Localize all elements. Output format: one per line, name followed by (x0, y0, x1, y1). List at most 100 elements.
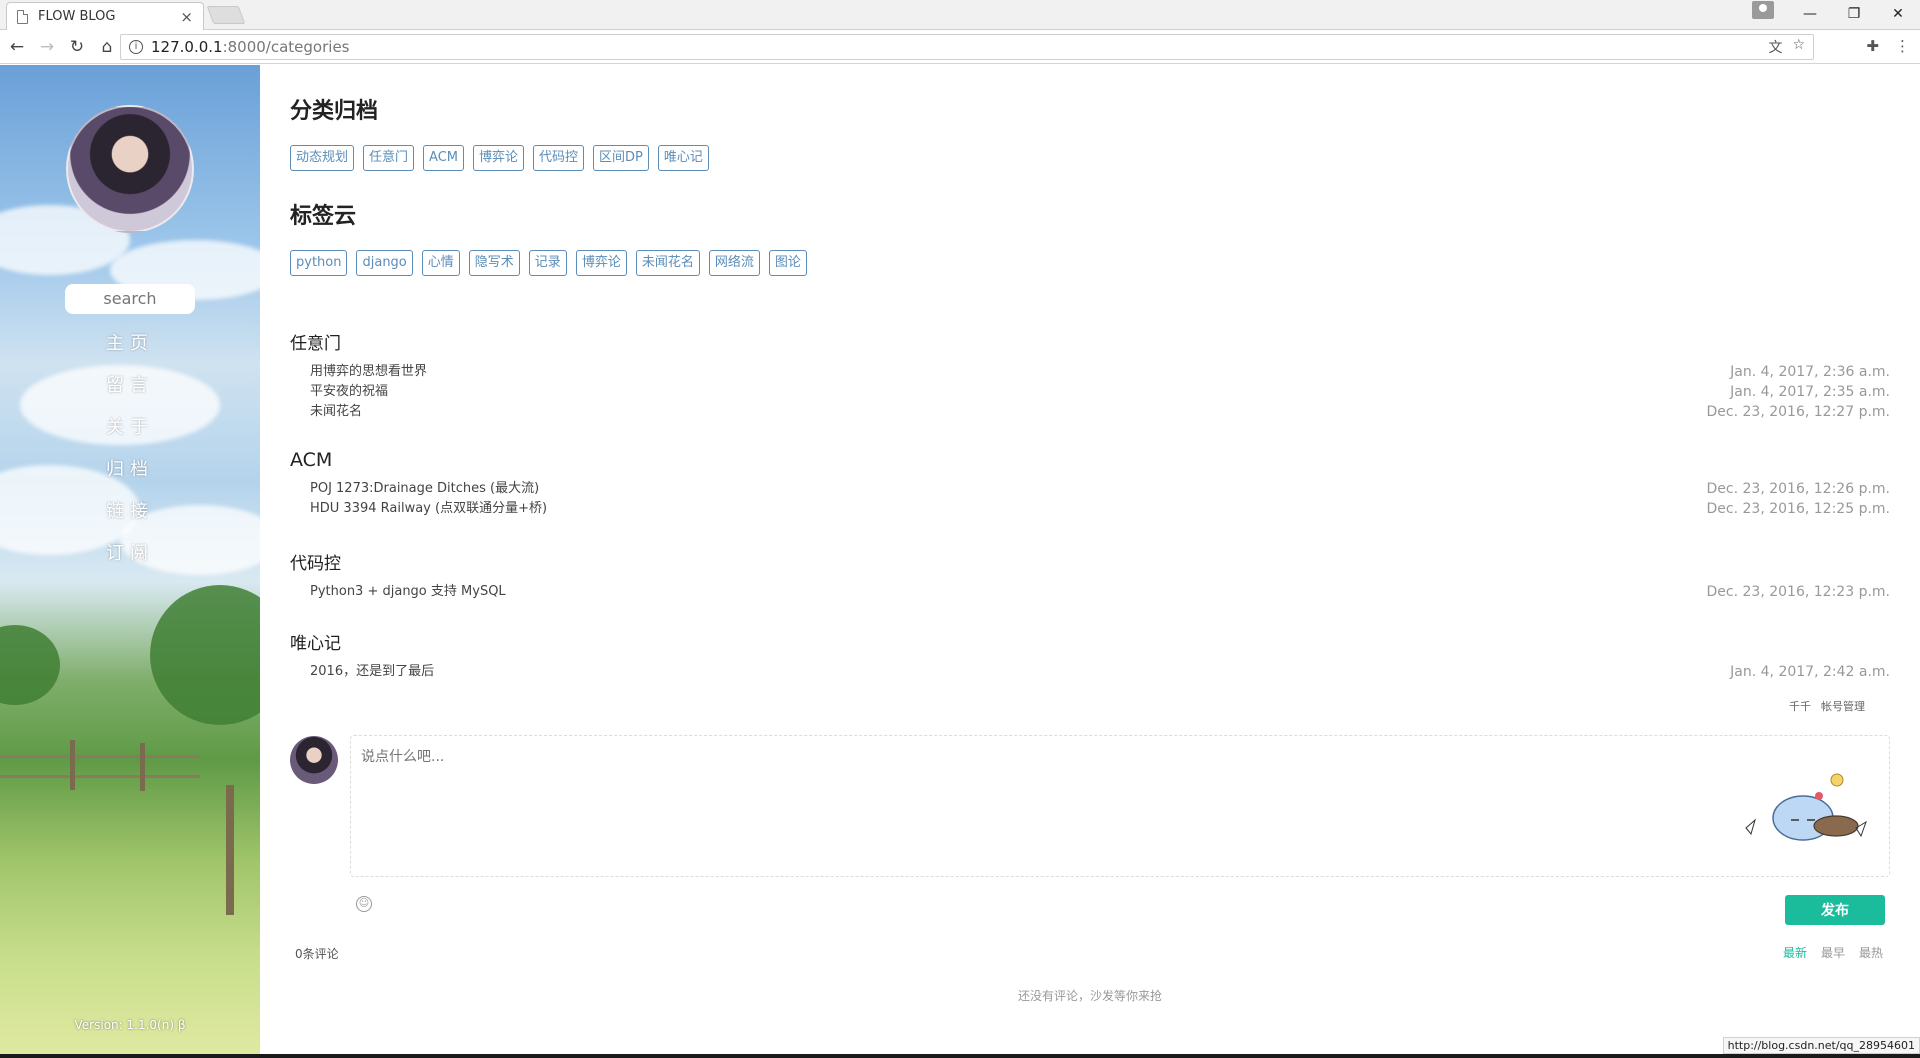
account-manage-link[interactable]: 帐号管理 (1821, 698, 1865, 714)
post-date: Jan. 4, 2017, 2:36 a.m. (1730, 364, 1890, 380)
home-icon[interactable]: ⌂ (94, 37, 120, 57)
post-row: HDU 3394 Railway (点双联通分量+桥) Dec. 23, 201… (290, 499, 1890, 519)
tag-cloud-item[interactable]: 博弈论 (575, 250, 627, 276)
category-group: ACM POJ 1273:Drainage Ditches (最大流) Dec.… (290, 449, 1890, 519)
empty-comments-message: 还没有评论，沙发等你来抢 (1017, 989, 1162, 1003)
back-icon[interactable]: ← (4, 37, 30, 57)
info-icon[interactable]: i (129, 40, 143, 54)
tab-close-icon[interactable]: × (180, 8, 193, 26)
comment-box (350, 735, 1890, 877)
category-tag[interactable]: 博弈论 (473, 145, 525, 171)
post-row: Python3 + django 支持 MySQL Dec. 23, 2016,… (290, 582, 1890, 602)
category-group-name: ACM (290, 449, 333, 471)
category-group-name: 代码控 (290, 554, 341, 574)
tree-decoration (0, 625, 60, 705)
tag-cloud-item[interactable]: 图论 (768, 250, 807, 276)
sidebar-item-about[interactable]: 关于 (0, 407, 260, 449)
post-row: 未闻花名 Dec. 23, 2016, 12:27 p.m. (290, 402, 1890, 422)
forward-icon[interactable]: → (34, 37, 60, 57)
status-bar-url: http://blog.csdn.net/qq_28954601 (1722, 1037, 1920, 1054)
category-title: 分类归档 (290, 99, 379, 124)
translate-icon[interactable]: 文 (1768, 37, 1782, 57)
comment-avatar (290, 736, 338, 784)
url-path: :8000/categories (222, 38, 350, 56)
post-row: 用博弈的思想看世界 Jan. 4, 2017, 2:36 a.m. (290, 362, 1890, 382)
extensions-icon[interactable]: ✚ (1866, 37, 1879, 55)
avatar[interactable] (66, 105, 194, 233)
comment-user-name[interactable]: 千千 (1789, 698, 1811, 714)
tab-title: FLOW BLOG (38, 9, 116, 24)
category-tag[interactable]: 唯心记 (657, 145, 709, 171)
fence-decoration (0, 775, 200, 778)
restore-icon[interactable]: ❐ (1832, 6, 1876, 22)
category-group: 代码控 Python3 + django 支持 MySQL Dec. 23, 2… (290, 549, 1890, 602)
sidebar-item-subscribe[interactable]: 订阅 (0, 533, 260, 575)
category-tag[interactable]: 动态规划 (290, 145, 355, 171)
post-title-link[interactable]: 平安夜的祝福 (310, 382, 388, 402)
comment-textarea[interactable] (351, 736, 1889, 876)
sort-oldest[interactable]: 最早 (1821, 944, 1845, 961)
post-date: Jan. 4, 2017, 2:35 a.m. (1730, 384, 1890, 400)
fence-decoration (226, 785, 234, 915)
fence-decoration (70, 740, 75, 790)
post-title-link[interactable]: 未闻花名 (310, 402, 362, 422)
category-tag[interactable]: 区间DP (593, 145, 649, 171)
tag-cloud-item[interactable]: python (290, 250, 348, 276)
post-date: Dec. 23, 2016, 12:26 p.m. (1706, 481, 1890, 497)
url-host: 127.0.0.1 (151, 38, 223, 56)
sidebar-item-links[interactable]: 链接 (0, 491, 260, 533)
sidebar-item-messages[interactable]: 留言 (0, 365, 260, 407)
search-input[interactable] (65, 284, 195, 314)
post-title-link[interactable]: Python3 + django 支持 MySQL (310, 582, 506, 602)
post-row: POJ 1273:Drainage Ditches (最大流) Dec. 23,… (290, 479, 1890, 499)
minimize-icon[interactable]: — (1788, 6, 1832, 22)
version-label: Version: 1.1.0(n) β (74, 1018, 186, 1032)
address-bar[interactable]: i 127.0.0.1 :8000/categories 文 ☆ (120, 34, 1814, 60)
browser-tab[interactable]: FLOW BLOG × (6, 2, 204, 30)
category-group-name: 任意门 (290, 334, 341, 354)
category-tag[interactable]: 代码控 (533, 145, 585, 171)
taskbar (0, 1054, 1920, 1058)
post-row: 2016，还是到了最后 Jan. 4, 2017, 2:42 a.m. (290, 662, 1890, 682)
sidebar-nav: 主页 留言 关于 归档 链接 订阅 (0, 323, 260, 575)
emoji-icon[interactable]: ☺ (356, 896, 372, 912)
category-group: 任意门 用博弈的思想看世界 Jan. 4, 2017, 2:36 a.m. 平安… (290, 329, 1890, 422)
sidebar-item-home[interactable]: 主页 (0, 323, 260, 365)
post-title-link[interactable]: POJ 1273:Drainage Ditches (最大流) (310, 479, 539, 499)
sort-hottest[interactable]: 最热 (1859, 944, 1883, 961)
post-title-link[interactable]: 2016，还是到了最后 (310, 662, 434, 682)
close-window-icon[interactable]: ✕ (1876, 6, 1920, 22)
menu-icon[interactable]: ⋮ (1895, 37, 1910, 55)
tag-cloud-item[interactable]: 心情 (421, 250, 460, 276)
bookmark-star-icon[interactable]: ☆ (1792, 37, 1805, 57)
category-list: 动态规划 任意门 ACM 博弈论 代码控 区间DP 唯心记 (290, 145, 709, 171)
category-group: 唯心记 2016，还是到了最后 Jan. 4, 2017, 2:42 a.m. (290, 629, 1890, 682)
tag-cloud-item[interactable]: 隐写术 (468, 250, 520, 276)
new-tab-button[interactable] (206, 6, 246, 24)
mascot-illustration (1745, 773, 1867, 841)
fence-decoration (0, 755, 200, 758)
post-title-link[interactable]: HDU 3394 Railway (点双联通分量+桥) (310, 499, 547, 519)
sidebar-item-archive[interactable]: 归档 (0, 449, 260, 491)
reload-icon[interactable]: ↻ (64, 37, 90, 57)
category-tag[interactable]: 任意门 (363, 145, 415, 171)
sort-newest[interactable]: 最新 (1783, 944, 1807, 961)
browser-tab-bar: FLOW BLOG × — ❐ ✕ (0, 0, 1920, 30)
tagcloud-title: 标签云 (290, 204, 357, 229)
profile-icon[interactable] (1752, 1, 1774, 19)
sidebar: 主页 留言 关于 归档 链接 订阅 Version: 1.1.0(n) β (0, 65, 260, 1058)
post-title-link[interactable]: 用博弈的思想看世界 (310, 362, 427, 382)
category-tag[interactable]: ACM (423, 145, 464, 171)
tree-decoration (150, 585, 260, 725)
tag-cloud-item[interactable]: 网络流 (708, 250, 760, 276)
tag-cloud-item[interactable]: 未闻花名 (635, 250, 700, 276)
post-date: Dec. 23, 2016, 12:27 p.m. (1706, 404, 1890, 420)
comment-count: 0条评论 (295, 947, 339, 961)
tag-cloud-item[interactable]: django (356, 250, 413, 276)
tag-cloud-item[interactable]: 记录 (528, 250, 567, 276)
post-date: Dec. 23, 2016, 12:23 p.m. (1706, 584, 1890, 600)
post-date: Dec. 23, 2016, 12:25 p.m. (1706, 501, 1890, 517)
comment-sort: 最新 最早 最热 (1783, 944, 1883, 961)
publish-button[interactable]: 发布 (1785, 895, 1885, 925)
page-icon (17, 9, 28, 24)
